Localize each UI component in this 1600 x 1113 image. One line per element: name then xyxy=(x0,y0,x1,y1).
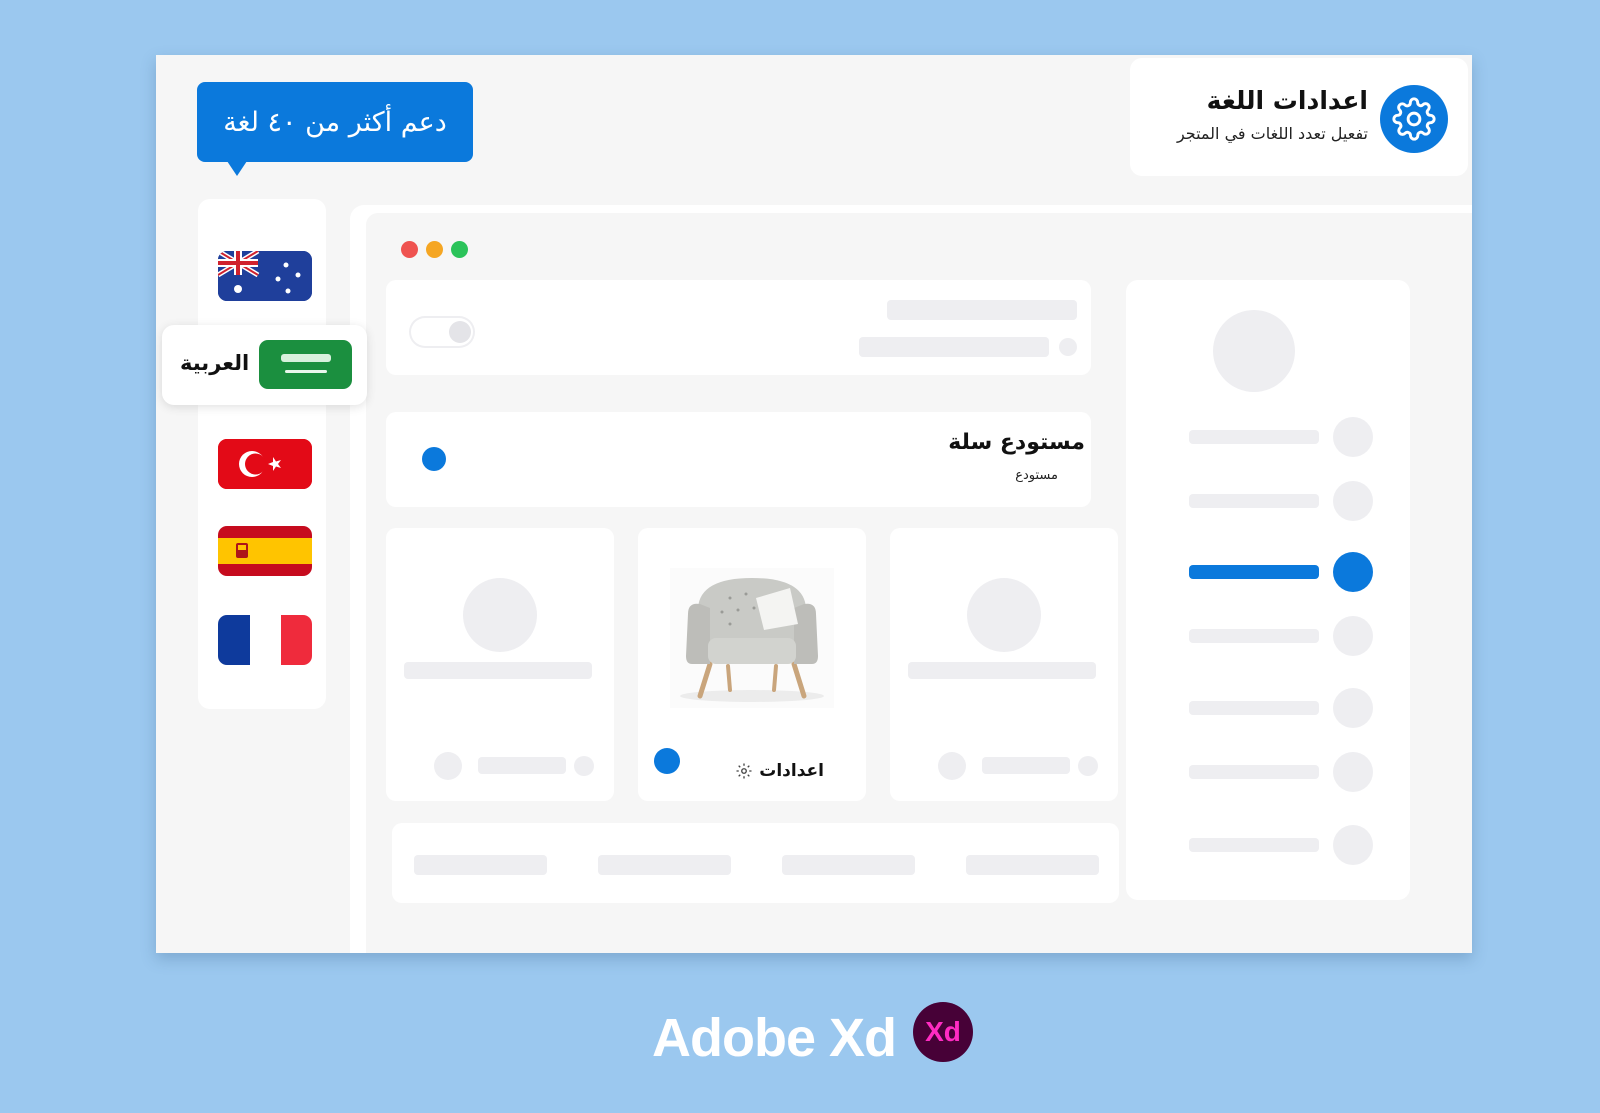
sidebar-item-icon[interactable] xyxy=(1333,417,1373,457)
avatar xyxy=(1213,310,1295,392)
placeholder-bar xyxy=(887,300,1077,320)
arabic-language-label: العربية xyxy=(180,351,250,375)
feature-toggle[interactable] xyxy=(409,316,475,348)
australia-flag[interactable] xyxy=(218,251,312,301)
sidebar-item-icon[interactable] xyxy=(1333,752,1373,792)
sidebar-item-label xyxy=(1189,765,1319,779)
branding-footer: Adobe Xd Xd xyxy=(0,1000,1600,1080)
language-settings-title: اعدادات اللغة xyxy=(1206,86,1368,115)
sidebar-item-icon[interactable] xyxy=(1333,825,1373,865)
warehouse-card[interactable]: مستودع سلة مستودع xyxy=(386,412,1091,507)
product-settings-button[interactable]: اعدادات xyxy=(735,761,824,781)
placeholder-bar xyxy=(908,662,1096,679)
sidebar-item-label xyxy=(1189,629,1319,643)
france-flag[interactable] xyxy=(218,615,312,665)
sidebar-item-icon[interactable] xyxy=(1333,616,1373,656)
language-option-arabic[interactable]: العربية xyxy=(162,325,367,405)
placeholder-circle xyxy=(434,752,462,780)
armchair-image xyxy=(670,568,834,708)
spain-flag[interactable] xyxy=(218,526,312,576)
placeholder-bar xyxy=(982,757,1070,774)
placeholder-circle xyxy=(938,752,966,780)
app-name: Adobe Xd xyxy=(652,1008,897,1068)
sidebar-item-active-label xyxy=(1189,565,1319,579)
placeholder-circle xyxy=(463,578,537,652)
sidebar-item-label xyxy=(1189,838,1319,852)
warehouse-title: مستودع سلة xyxy=(948,430,1085,455)
window-close-dot[interactable] xyxy=(401,241,418,258)
placeholder-circle xyxy=(574,756,594,776)
adobe-xd-icon: Xd xyxy=(913,1002,973,1062)
settings-label: اعدادات xyxy=(759,761,824,781)
product-card-chair[interactable]: اعدادات xyxy=(638,528,866,801)
placeholder-circle xyxy=(1078,756,1098,776)
sidebar-item-label xyxy=(1189,430,1319,444)
saudi-flag xyxy=(259,340,352,389)
sidebar-item-label xyxy=(1189,494,1319,508)
sidebar-item-label xyxy=(1189,701,1319,715)
placeholder-bar xyxy=(859,337,1049,357)
product-card-placeholder xyxy=(890,528,1118,801)
gear-icon xyxy=(736,763,752,779)
language-settings-card[interactable]: اعدادات اللغة تفعيل تعدد اللغات في المتج… xyxy=(1130,58,1468,176)
product-status-dot[interactable] xyxy=(654,748,680,774)
window-maximize-dot[interactable] xyxy=(451,241,468,258)
toggle-knob xyxy=(449,321,471,343)
language-flag-list xyxy=(198,199,326,709)
sidebar-menu xyxy=(1126,280,1410,900)
placeholder-bar xyxy=(478,757,566,774)
window-minimize-dot[interactable] xyxy=(426,241,443,258)
warehouse-status-dot[interactable] xyxy=(422,447,446,471)
product-card-placeholder xyxy=(386,528,614,801)
language-settings-subtitle: تفعيل تعدد اللغات في المتجر xyxy=(1176,124,1368,143)
placeholder-tab[interactable] xyxy=(414,855,547,875)
turkey-flag[interactable] xyxy=(218,439,312,489)
languages-count-tooltip: دعم أكثر من ٤٠ لغة xyxy=(197,82,473,176)
placeholder-circle xyxy=(967,578,1041,652)
sidebar-item-active-icon[interactable] xyxy=(1333,552,1373,592)
placeholder-tab[interactable] xyxy=(598,855,731,875)
warehouse-subtitle: مستودع xyxy=(1015,468,1058,483)
placeholder-tab[interactable] xyxy=(966,855,1099,875)
app-window: دعم أكثر من ٤٠ لغة اعدادات اللغة تفعيل ت… xyxy=(156,55,1472,953)
bottom-tabs-card xyxy=(392,823,1119,903)
placeholder-circle xyxy=(1059,338,1077,356)
sidebar-item-icon[interactable] xyxy=(1333,481,1373,521)
sidebar-item-icon[interactable] xyxy=(1333,688,1373,728)
placeholder-tab[interactable] xyxy=(782,855,915,875)
gear-icon xyxy=(1380,85,1448,153)
placeholder-bar xyxy=(404,662,592,679)
toggle-settings-card xyxy=(386,280,1091,375)
